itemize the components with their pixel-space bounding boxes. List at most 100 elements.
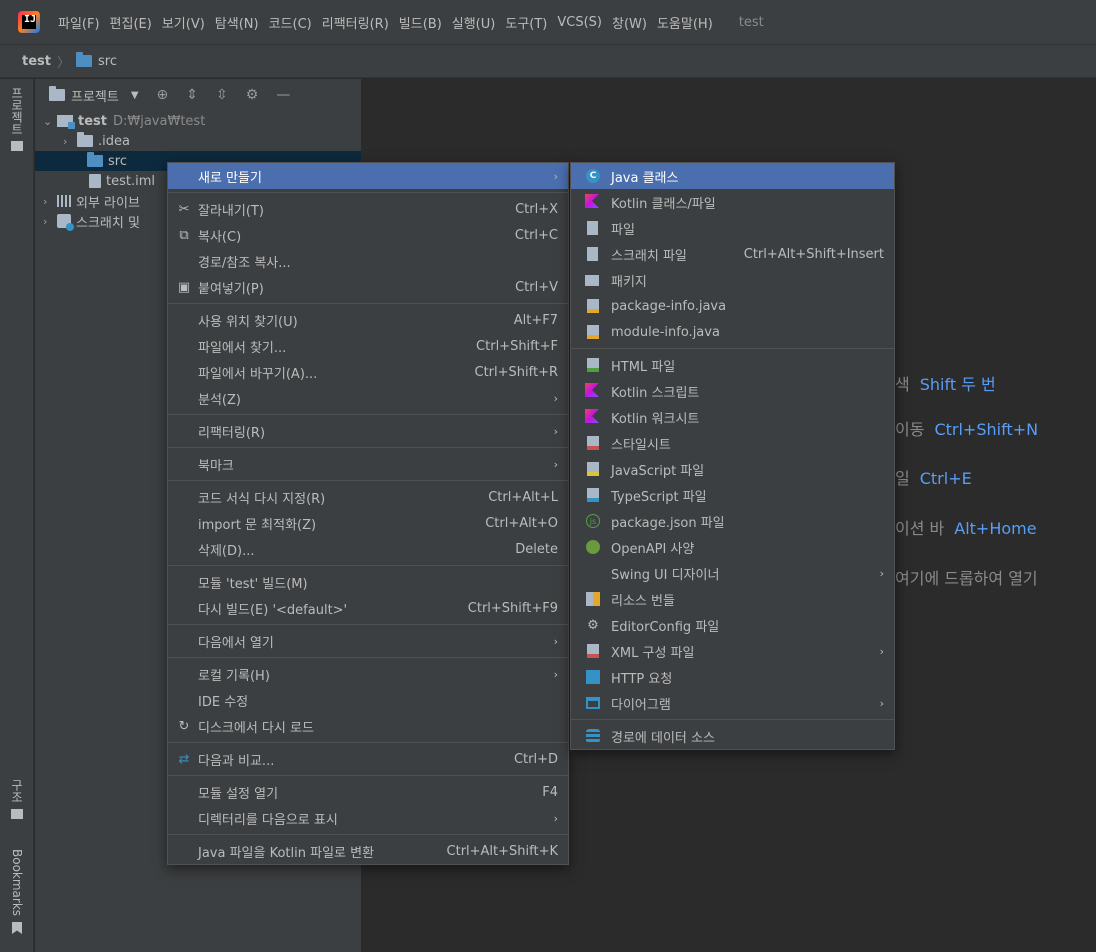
- menu-item-shortcut: Ctrl+Shift+F9: [467, 600, 558, 616]
- new-data-source-in-path[interactable]: 경로에 데이터 소스: [571, 723, 894, 749]
- menu-navigate[interactable]: 탐색(N): [215, 13, 259, 32]
- new-stylesheet[interactable]: 스타일시트: [571, 430, 894, 456]
- menu-item-label: Kotlin 스크립트: [611, 385, 700, 401]
- project-tool-button[interactable]: 프로젝트: [6, 87, 28, 167]
- ctx-find-in-files[interactable]: 파일에서 찾기... Ctrl+Shift+F: [168, 333, 568, 359]
- context-menu: 새로 만들기 › ✂ 잘라내기(T) Ctrl+X ⧉ 복사(C) Ctrl+C…: [167, 162, 569, 865]
- new-kotlin-class[interactable]: Kotlin 클래스/파일: [571, 189, 894, 215]
- ctx-paste[interactable]: ▣ 붙여넣기(P) Ctrl+V: [168, 274, 568, 300]
- chevron-right-icon[interactable]: ›: [43, 215, 57, 228]
- chevron-right-icon[interactable]: ›: [63, 135, 77, 148]
- menu-tools[interactable]: 도구(T): [505, 13, 547, 32]
- ctx-repair-ide[interactable]: IDE 수정: [168, 687, 568, 713]
- ctx-convert-java-to-kotlin[interactable]: Java 파일을 Kotlin 파일로 변환 Ctrl+Alt+Shift+K: [168, 838, 568, 864]
- new-resource-bundle[interactable]: 리소스 번들: [571, 586, 894, 612]
- menu-view[interactable]: 보기(V): [162, 13, 205, 32]
- ctx-optimize-imports[interactable]: import 문 최적화(Z) Ctrl+Alt+O: [168, 510, 568, 536]
- menu-vcs[interactable]: VCS(S): [557, 15, 602, 30]
- ctx-open-in[interactable]: 다음에서 열기 ›: [168, 628, 568, 654]
- new-javascript-file[interactable]: JavaScript 파일: [571, 456, 894, 482]
- new-package[interactable]: 패키지: [571, 267, 894, 293]
- ctx-compare-with[interactable]: ⇄ 다음과 비교... Ctrl+D: [168, 746, 568, 772]
- new-kotlin-worksheet[interactable]: Kotlin 워크시트: [571, 404, 894, 430]
- new-module-info[interactable]: module-info.java: [571, 319, 894, 345]
- new-openapi-spec[interactable]: OpenAPI 사양: [571, 534, 894, 560]
- new-package-info[interactable]: package-info.java: [571, 293, 894, 319]
- project-panel-title[interactable]: 프로젝트: [71, 86, 119, 105]
- menu-build[interactable]: 빌드(B): [399, 13, 442, 32]
- menu-window[interactable]: 창(W): [612, 13, 647, 32]
- chevron-down-icon[interactable]: ⌄: [43, 115, 57, 128]
- ctx-reformat-code[interactable]: 코드 서식 다시 지정(R) Ctrl+Alt+L: [168, 484, 568, 510]
- hint-text: 이션 바: [895, 519, 945, 538]
- ctx-copy[interactable]: ⧉ 복사(C) Ctrl+C: [168, 222, 568, 248]
- menu-item-label: HTML 파일: [611, 359, 676, 375]
- menu-help[interactable]: 도움말(H): [657, 13, 713, 32]
- ctx-find-usages[interactable]: 사용 위치 찾기(U) Alt+F7: [168, 307, 568, 333]
- ctx-open-module-settings[interactable]: 모듈 설정 열기 F4: [168, 779, 568, 805]
- new-editorconfig[interactable]: ⚙ EditorConfig 파일: [571, 612, 894, 638]
- locate-icon[interactable]: ⊕: [157, 87, 169, 103]
- new-package-json[interactable]: js package.json 파일: [571, 508, 894, 534]
- ctx-analyze[interactable]: 분석(Z) ›: [168, 385, 568, 411]
- gear-icon[interactable]: ⚙: [246, 87, 259, 103]
- menu-refactor[interactable]: 리팩터링(R): [322, 13, 389, 32]
- ctx-build-module[interactable]: 모듈 'test' 빌드(M): [168, 569, 568, 595]
- http-icon: [586, 670, 600, 684]
- tree-item-label: test.iml: [106, 173, 155, 189]
- ctx-replace-in-files[interactable]: 파일에서 바꾸기(A)... Ctrl+Shift+R: [168, 359, 568, 385]
- ctx-copy-path[interactable]: 경로/참조 복사...: [168, 248, 568, 274]
- menu-item-label: TypeScript 파일: [611, 489, 707, 505]
- chevron-down-icon[interactable]: ▼: [131, 90, 139, 101]
- bookmarks-tool-button[interactable]: Bookmarks: [6, 849, 28, 935]
- new-swing-ui-designer[interactable]: Swing UI 디자이너 ›: [571, 560, 894, 586]
- project-view-icon: [49, 86, 65, 101]
- menu-item-label: Java 클래스: [611, 170, 679, 186]
- divider: [168, 624, 568, 625]
- ctx-local-history[interactable]: 로컬 기록(H) ›: [168, 661, 568, 687]
- new-kotlin-script[interactable]: Kotlin 스크립트: [571, 378, 894, 404]
- new-typescript-file[interactable]: TypeScript 파일: [571, 482, 894, 508]
- collapse-all-icon[interactable]: ⇳: [216, 87, 228, 103]
- divider: [168, 657, 568, 658]
- new-html-file[interactable]: HTML 파일: [571, 352, 894, 378]
- divider: [571, 719, 894, 720]
- new-scratch-file[interactable]: 스크래치 파일 Ctrl+Alt+Shift+Insert: [571, 241, 894, 267]
- new-file[interactable]: 파일: [571, 215, 894, 241]
- tree-item-test[interactable]: ⌄ test D:₩java₩test: [35, 111, 361, 131]
- window-title: test: [738, 14, 764, 30]
- structure-tool-label: 구조: [9, 779, 24, 803]
- folder-icon: [77, 132, 93, 147]
- chevron-right-icon[interactable]: ›: [43, 195, 57, 208]
- gear-icon: ⚙: [587, 617, 599, 633]
- menu-item-shortcut: Alt+F7: [513, 312, 558, 328]
- new-java-class[interactable]: C Java 클래스: [571, 163, 894, 189]
- menu-edit[interactable]: 편집(E): [110, 13, 152, 32]
- ctx-reload-from-disk[interactable]: ↻ 디스크에서 다시 로드: [168, 713, 568, 739]
- ctx-new[interactable]: 새로 만들기 ›: [168, 163, 568, 189]
- breadcrumb-project[interactable]: test: [22, 54, 51, 69]
- structure-tool-button[interactable]: 구조: [6, 779, 28, 819]
- breadcrumb-folder[interactable]: src: [98, 54, 117, 69]
- ctx-bookmarks[interactable]: 북마크 ›: [168, 451, 568, 477]
- intellij-logo-icon[interactable]: IJ: [18, 11, 40, 33]
- menu-item-label: 복사(C): [198, 229, 242, 245]
- tree-item-idea[interactable]: › .idea: [35, 131, 361, 151]
- divider: [168, 775, 568, 776]
- ctx-rebuild[interactable]: 다시 빌드(E) '<default>' Ctrl+Shift+F9: [168, 595, 568, 621]
- ctx-refactor[interactable]: 리팩터링(R) ›: [168, 418, 568, 444]
- ctx-delete[interactable]: 삭제(D)... Delete: [168, 536, 568, 562]
- new-xml-config[interactable]: XML 구성 파일 ›: [571, 638, 894, 664]
- new-http-request[interactable]: HTTP 요청: [571, 664, 894, 690]
- menu-run[interactable]: 실행(U): [452, 13, 496, 32]
- new-diagram[interactable]: 다이어그램 ›: [571, 690, 894, 716]
- module-icon: [57, 115, 75, 129]
- ctx-cut[interactable]: ✂ 잘라내기(T) Ctrl+X: [168, 196, 568, 222]
- hide-icon[interactable]: —: [276, 87, 290, 103]
- divider: [571, 348, 894, 349]
- ctx-mark-directory-as[interactable]: 디렉터리를 다음으로 표시 ›: [168, 805, 568, 831]
- expand-all-icon[interactable]: ⇕: [186, 87, 198, 103]
- menu-file[interactable]: 파일(F): [58, 13, 100, 32]
- tree-item-path: D:₩java₩test: [112, 113, 206, 129]
- menu-code[interactable]: 코드(C): [269, 13, 312, 32]
